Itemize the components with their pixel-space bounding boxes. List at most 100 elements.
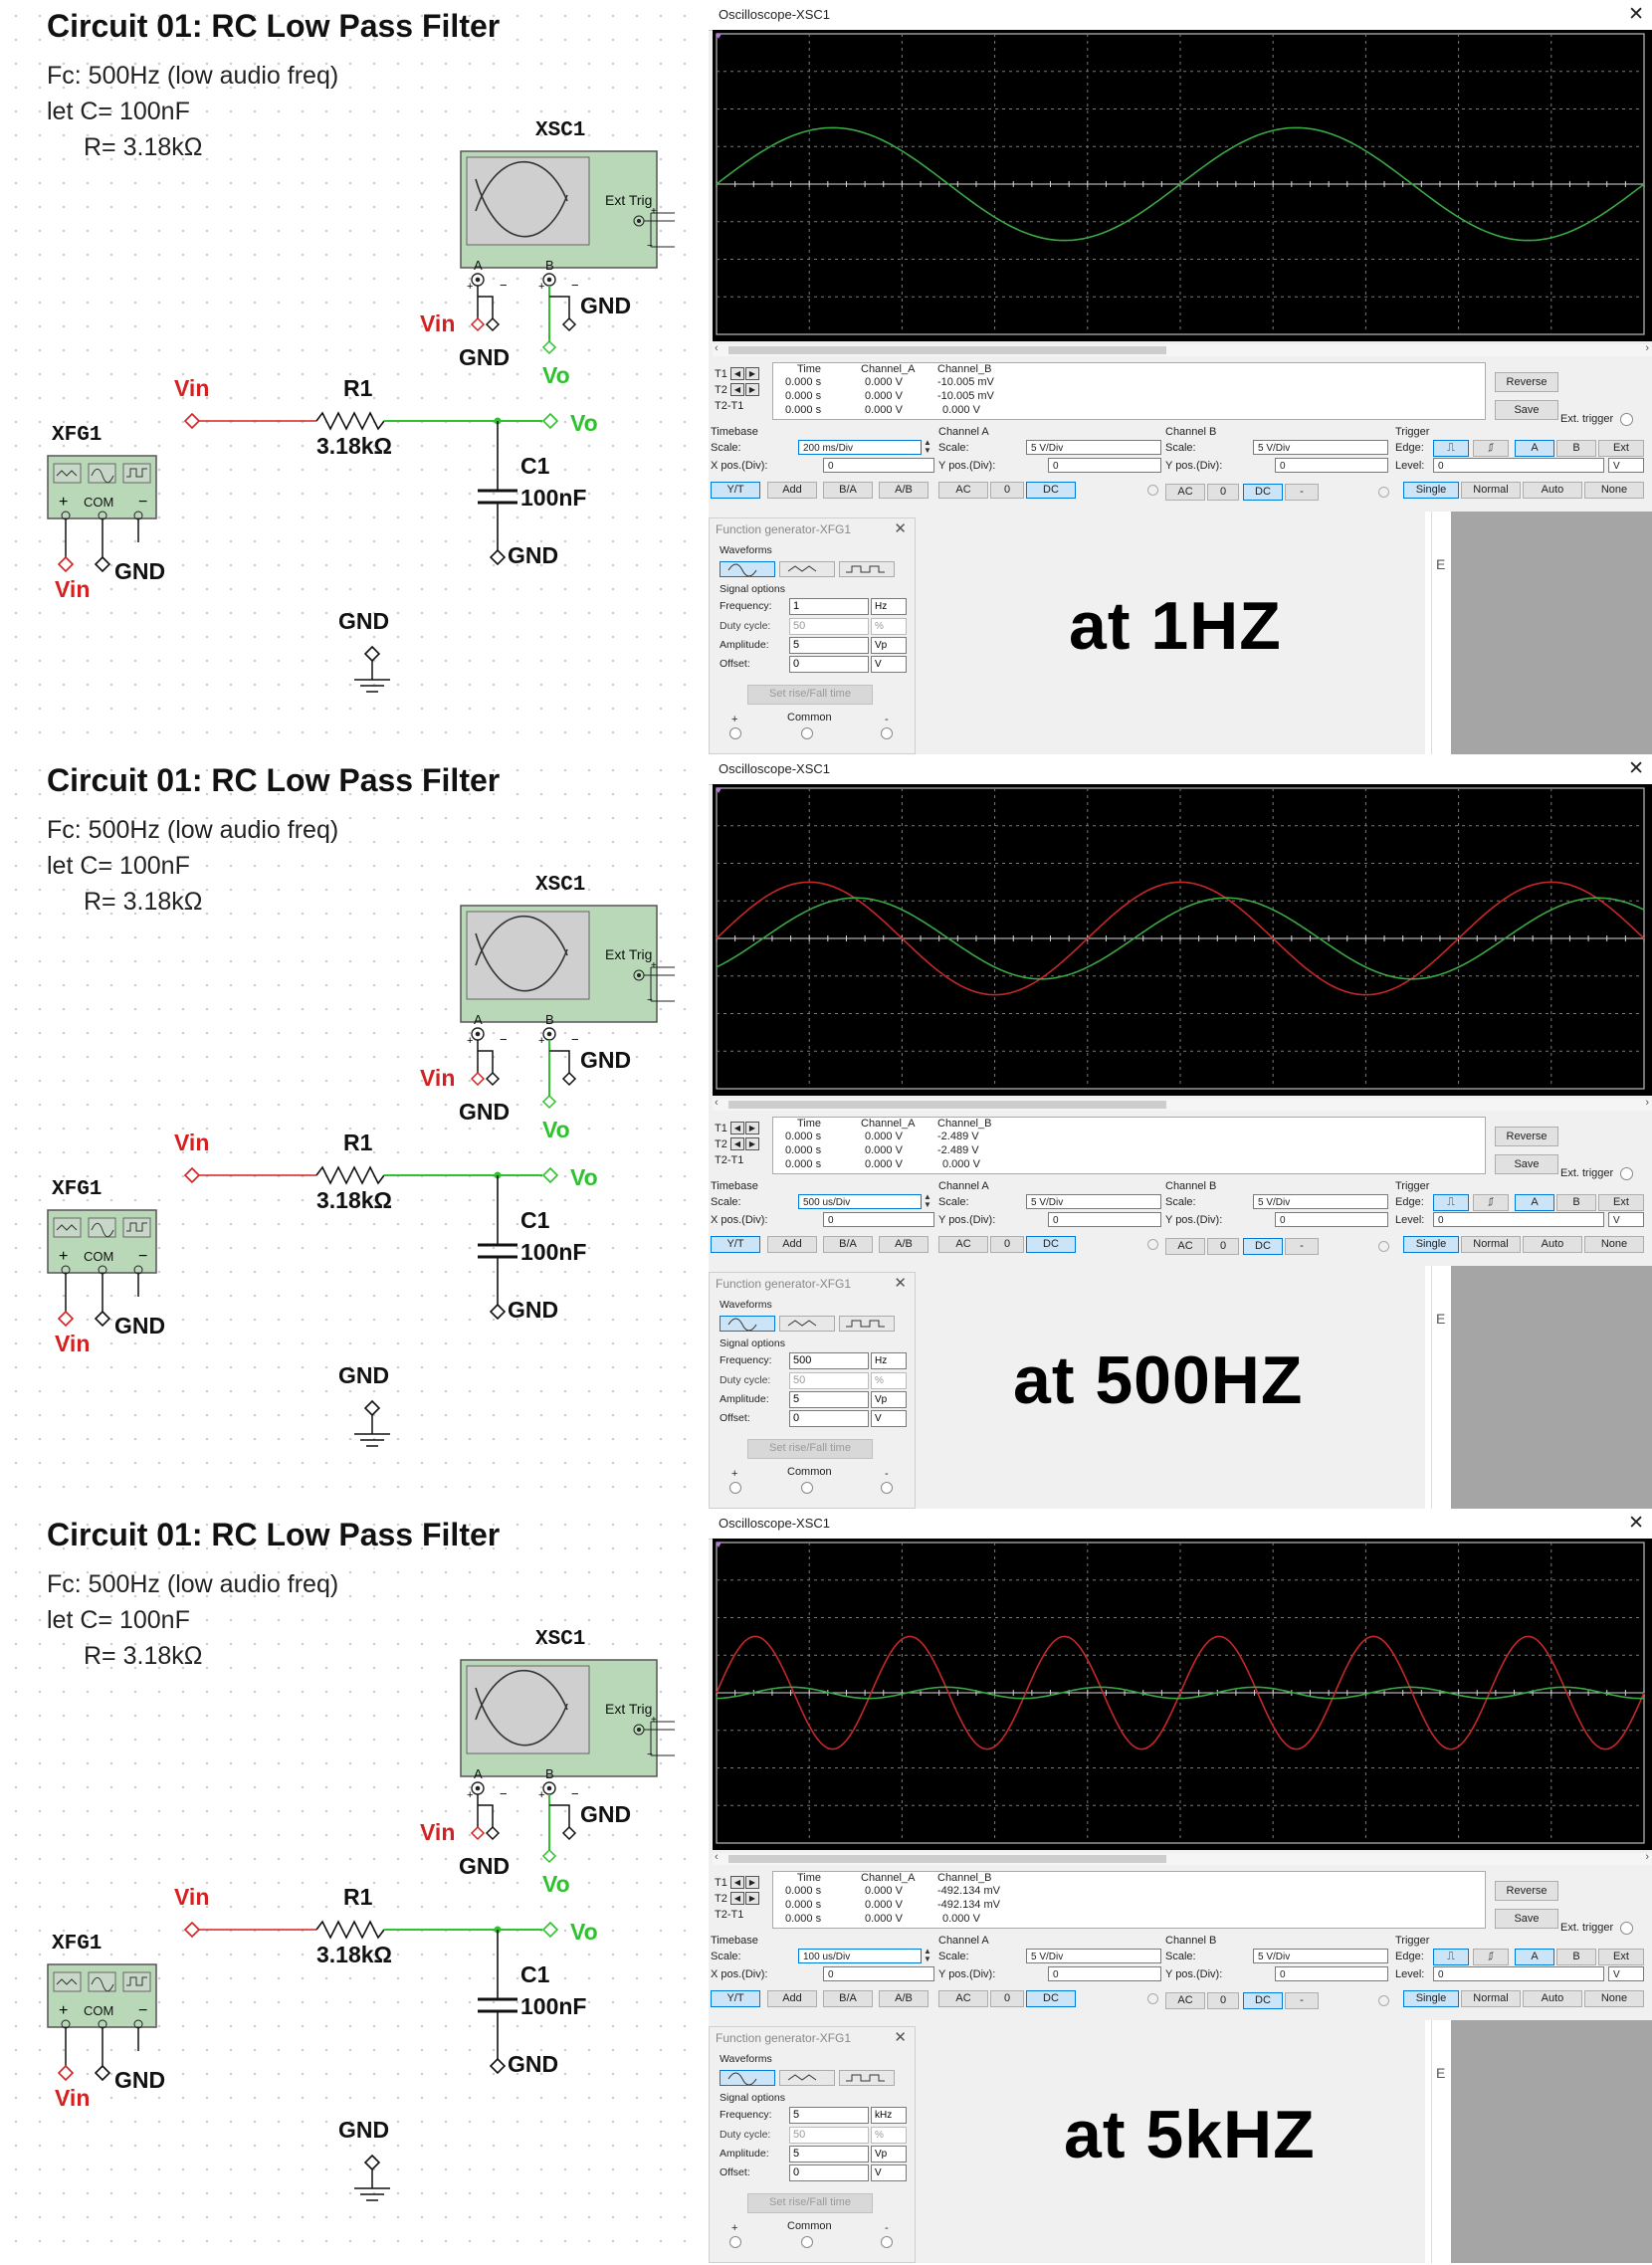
channel-a-ac-button[interactable]: AC <box>938 1236 988 1253</box>
channel-a-ac-button[interactable]: AC <box>938 1990 988 2007</box>
channel-b-zero-button[interactable]: 0 <box>1207 484 1239 501</box>
falling-edge-icon[interactable]: ⎎ <box>1473 440 1509 457</box>
function-generator-symbol[interactable]: + − <box>47 1963 157 2082</box>
ext-trigger-radio[interactable] <box>1620 413 1633 426</box>
plus-terminal-icon[interactable] <box>729 2236 741 2248</box>
timebase-scale-input[interactable]: 100 us/Div <box>798 1949 922 1963</box>
trigger-source-ext-button[interactable]: Ext <box>1598 1194 1644 1211</box>
trigger-source-b-button[interactable]: B <box>1556 1194 1596 1211</box>
add-mode-button[interactable]: Add <box>767 1236 817 1253</box>
channel-b-scale-input[interactable]: 5 V/Div <box>1253 1194 1388 1209</box>
generator-close-icon[interactable]: ✕ <box>894 2028 907 2046</box>
save-button[interactable]: Save <box>1495 400 1558 420</box>
square-wave-button[interactable] <box>839 561 895 577</box>
vin-connector[interactable] <box>183 412 201 430</box>
offset-unit-select[interactable]: V <box>871 1410 907 1427</box>
frequency-unit-select[interactable]: Hz <box>871 1352 907 1369</box>
add-mode-button[interactable]: Add <box>767 482 817 499</box>
square-wave-button[interactable] <box>839 2070 895 2086</box>
add-mode-button[interactable]: Add <box>767 1990 817 2007</box>
function-generator-symbol[interactable]: + − <box>47 455 157 573</box>
t1-right-arrow-icon[interactable]: ▶ <box>745 1122 759 1134</box>
offset-unit-select[interactable]: V <box>871 656 907 673</box>
trigger-auto-button[interactable]: Auto <box>1523 1990 1582 2007</box>
duty-cycle-input[interactable]: 50 <box>789 1372 869 1389</box>
channel-a-ypos-input[interactable]: 0 <box>1048 458 1161 473</box>
channel-a-zero-button[interactable]: 0 <box>990 1990 1024 2007</box>
trigger-level-unit-select[interactable]: V <box>1608 1966 1644 1981</box>
scroll-left-icon[interactable]: ‹ <box>715 1851 719 1863</box>
t1-right-arrow-icon[interactable]: ▶ <box>745 1876 759 1889</box>
channel-b-ac-button[interactable]: AC <box>1165 1238 1205 1255</box>
duty-cycle-input[interactable]: 50 <box>789 2127 869 2144</box>
t1-left-arrow-icon[interactable]: ◀ <box>730 1876 744 1889</box>
t2-right-arrow-icon[interactable]: ▶ <box>745 1137 759 1150</box>
channel-a-radio[interactable] <box>1147 485 1158 496</box>
set-rise-fall-time-button[interactable]: Set rise/Fall time <box>747 1439 873 1459</box>
reverse-button[interactable]: Reverse <box>1495 1881 1558 1901</box>
amplitude-unit-select[interactable]: Vp <box>871 1391 907 1408</box>
ab-mode-button[interactable]: A/B <box>879 482 929 499</box>
trigger-source-a-button[interactable]: A <box>1515 1949 1554 1965</box>
oscilloscope-title-bar[interactable]: Oscilloscope-XSC1 ✕ <box>709 1509 1652 1540</box>
channel-a-dc-button[interactable]: DC <box>1026 1990 1076 2007</box>
trigger-source-a-button[interactable]: A <box>1515 1194 1554 1211</box>
trigger-level-input[interactable]: 0 <box>1433 458 1604 473</box>
sine-wave-button[interactable] <box>720 561 775 577</box>
offset-input[interactable]: 0 <box>789 2164 869 2181</box>
close-icon[interactable]: ✕ <box>1628 1512 1644 1535</box>
t2-right-arrow-icon[interactable]: ▶ <box>745 383 759 396</box>
rising-edge-icon[interactable]: ⎍ <box>1433 1949 1469 1965</box>
channel-b-ypos-input[interactable]: 0 <box>1275 1966 1388 1981</box>
channel-b-invert-button[interactable]: - <box>1285 1238 1319 1255</box>
trigger-source-a-button[interactable]: A <box>1515 440 1554 457</box>
scroll-right-icon[interactable]: › <box>1645 1851 1649 1863</box>
ba-mode-button[interactable]: B/A <box>823 1990 873 2007</box>
channel-b-dc-button[interactable]: DC <box>1243 1238 1283 1255</box>
offset-input[interactable]: 0 <box>789 1410 869 1427</box>
scroll-thumb[interactable] <box>728 1855 1166 1863</box>
oscilloscope-symbol[interactable]: + − + − + − <box>460 150 675 355</box>
plus-terminal-icon[interactable] <box>729 727 741 739</box>
screen-scrollbar[interactable]: ‹ › <box>713 1097 1652 1111</box>
frequency-input[interactable]: 500 <box>789 1352 869 1369</box>
yt-mode-button[interactable]: Y/T <box>711 1990 760 2007</box>
triangle-wave-button[interactable] <box>779 2070 835 2086</box>
vin-connector[interactable] <box>183 1166 201 1184</box>
channel-a-radio[interactable] <box>1147 1993 1158 2004</box>
channel-b-radio[interactable] <box>1378 1241 1389 1252</box>
timebase-spinner-icon[interactable]: ▲ ▼ <box>924 1193 931 1209</box>
trigger-source-b-button[interactable]: B <box>1556 1949 1596 1965</box>
vin-connector[interactable] <box>183 1921 201 1939</box>
timebase-xpos-input[interactable]: 0 <box>823 458 934 473</box>
scroll-left-icon[interactable]: ‹ <box>715 342 719 354</box>
common-terminal-icon[interactable] <box>801 2236 813 2248</box>
timebase-spinner-icon[interactable]: ▲ ▼ <box>924 1948 931 1963</box>
trigger-level-input[interactable]: 0 <box>1433 1212 1604 1227</box>
frequency-unit-select[interactable]: kHz <box>871 2107 907 2124</box>
plus-terminal-icon[interactable] <box>729 1482 741 1494</box>
rising-edge-icon[interactable]: ⎍ <box>1433 440 1469 457</box>
channel-b-ac-button[interactable]: AC <box>1165 484 1205 501</box>
falling-edge-icon[interactable]: ⎎ <box>1473 1194 1509 1211</box>
channel-b-ypos-input[interactable]: 0 <box>1275 1212 1388 1227</box>
set-rise-fall-time-button[interactable]: Set rise/Fall time <box>747 685 873 705</box>
yt-mode-button[interactable]: Y/T <box>711 482 760 499</box>
channel-b-scale-input[interactable]: 5 V/Div <box>1253 440 1388 455</box>
channel-b-invert-button[interactable]: - <box>1285 484 1319 501</box>
t2-left-arrow-icon[interactable]: ◀ <box>730 383 744 396</box>
trigger-none-button[interactable]: None <box>1584 1990 1644 2007</box>
ab-mode-button[interactable]: A/B <box>879 1236 929 1253</box>
trigger-none-button[interactable]: None <box>1584 482 1644 499</box>
timebase-scale-input[interactable]: 200 ms/Div <box>798 440 922 455</box>
vo-connector[interactable] <box>541 412 559 430</box>
close-icon[interactable]: ✕ <box>1628 757 1644 780</box>
oscilloscope-symbol[interactable]: + − + − + − <box>460 905 675 1110</box>
amplitude-input[interactable]: 5 <box>789 1391 869 1408</box>
t2-right-arrow-icon[interactable]: ▶ <box>745 1892 759 1905</box>
generator-close-icon[interactable]: ✕ <box>894 1274 907 1292</box>
common-terminal-icon[interactable] <box>801 727 813 739</box>
channel-a-scale-input[interactable]: 5 V/Div <box>1026 440 1161 455</box>
t1-left-arrow-icon[interactable]: ◀ <box>730 367 744 380</box>
frequency-input[interactable]: 1 <box>789 598 869 615</box>
